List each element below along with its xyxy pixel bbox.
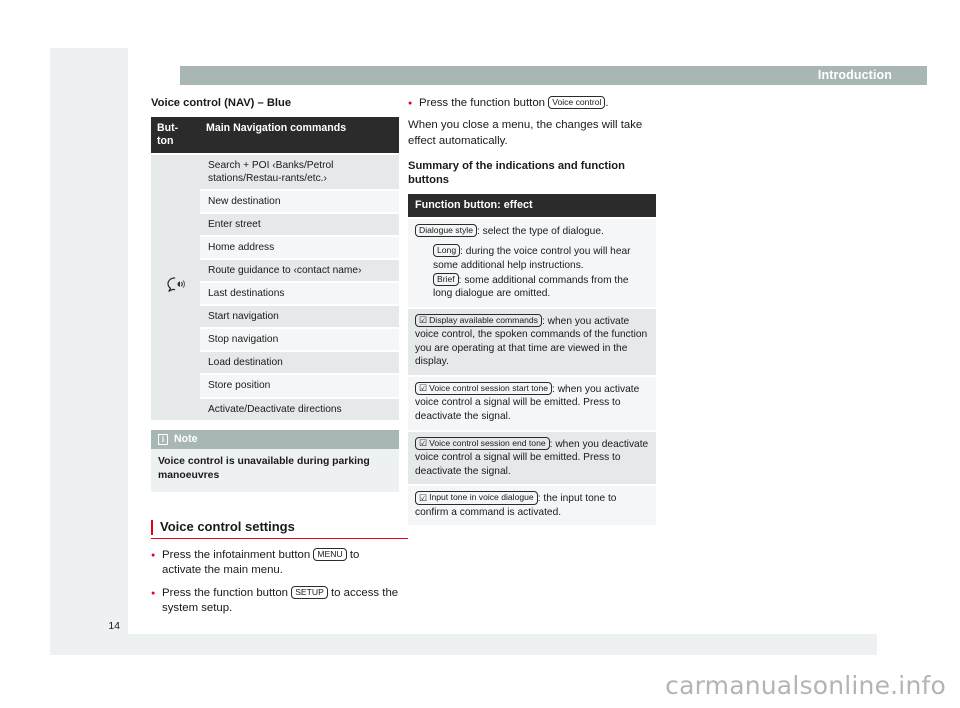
column-header-button: But-ton: [151, 117, 200, 154]
function-row-cell: Display available commands: when you act…: [408, 306, 656, 376]
watermark: carmanualsonline.info: [665, 671, 946, 700]
right-column: Press the function button Voice control.…: [408, 96, 656, 526]
key-long[interactable]: Long: [433, 244, 461, 258]
note-box: i Note Voice control is unavailable durin…: [151, 429, 399, 493]
table-header-row: But-ton Main Navigation commands: [151, 117, 399, 154]
left-column: Voice control (NAV) – Blue But-ton Main …: [151, 96, 408, 623]
function-sub-item: Brief: some additional commands from the…: [433, 272, 629, 300]
function-button-table: Function button: effect Dialogue style: …: [408, 193, 656, 526]
function-row-cell: Input tone in voice dialogue: the input …: [408, 484, 656, 526]
function-table-row: Dialogue style: select the type of dialo…: [408, 216, 656, 308]
table-row: Search + POI ‹Banks/Petrol stations/Rest…: [151, 152, 399, 420]
command-cell: Last destinations: [200, 281, 399, 306]
key-menu[interactable]: MENU: [313, 548, 347, 562]
settings-bullet: Press the function button SETUP to acces…: [151, 585, 399, 617]
command-cell: Stop navigation: [200, 327, 399, 352]
key-dialogue-style[interactable]: Dialogue style: [415, 223, 477, 237]
function-row-cell: Dialogue style: select the type of dialo…: [408, 216, 656, 308]
settings-bullet-list: Press the infotainment button MENU to ac…: [151, 548, 399, 616]
function-row-main: Input tone in voice dialogue: the input …: [415, 491, 649, 519]
voice-control-settings-heading: Voice control settings: [151, 519, 408, 540]
function-row-cell: Voice control session start tone: when y…: [408, 374, 656, 431]
voice-control-icon-cell: [151, 153, 200, 420]
settings-bullet: Press the infotainment button MENU to ac…: [151, 548, 399, 579]
command-cell: Search + POI ‹Banks/Petrol stations/Rest…: [200, 152, 399, 191]
voice-control-bullet: Press the function button Voice control.: [408, 96, 656, 112]
note-header: i Note: [151, 429, 399, 449]
function-table-row: Voice control session start tone: when y…: [408, 374, 656, 431]
function-row-main: Display available commands: when you act…: [415, 313, 649, 369]
left-section-title: Voice control (NAV) – Blue: [151, 97, 292, 109]
command-cell: Load destination: [200, 350, 399, 375]
function-table-header: Function button: effect: [408, 193, 656, 218]
function-row-main: Dialogue style: select the type of dialo…: [415, 223, 649, 239]
function-table-header-row: Function button: effect: [408, 193, 656, 218]
key-voice-control-session-start-tone[interactable]: Voice control session start tone: [415, 381, 553, 396]
command-cell: Store position: [200, 373, 399, 398]
note-label: Note: [174, 432, 198, 445]
command-cell: Home address: [200, 235, 399, 260]
page-frame: Introduction 14 Voice control (NAV) – Bl…: [50, 48, 927, 655]
key-brief[interactable]: Brief: [433, 272, 459, 286]
key-voice-control[interactable]: Voice control: [548, 96, 606, 109]
navigation-commands-table: But-ton Main Navigation commands Search …: [151, 117, 399, 420]
column-header-commands: Main Navigation commands: [200, 117, 399, 154]
function-table-row: Display available commands: when you act…: [408, 306, 656, 376]
command-cell: Route guidance to ‹contact name›: [200, 258, 399, 283]
command-cell: Start navigation: [200, 304, 399, 329]
key-voice-control-session-end-tone[interactable]: Voice control session end tone: [415, 436, 550, 451]
command-cell: Enter street: [200, 212, 399, 237]
settings-heading-text: Voice control settings: [160, 519, 295, 535]
function-row-main: Voice control session start tone: when y…: [415, 381, 649, 424]
summary-section-title: Summary of the indications and function …: [408, 159, 625, 186]
page-title: Introduction: [817, 68, 892, 82]
menu-close-paragraph: When you close a menu, the changes will …: [408, 119, 643, 147]
function-sub-item: Long: during the voice control you will …: [433, 244, 631, 271]
key-setup[interactable]: SETUP: [291, 585, 328, 599]
function-table-row: Input tone in voice dialogue: the input …: [408, 484, 656, 526]
function-table-row: Voice control session end tone: when you…: [408, 429, 656, 486]
page-number: 14: [108, 620, 120, 632]
key-input-tone-in-voice-dialogue[interactable]: Input tone in voice dialogue: [415, 491, 538, 505]
voice-control-icon: [165, 275, 187, 295]
function-row-sublist: Long: during the voice control you will …: [415, 244, 649, 300]
running-head-band: Introduction: [180, 66, 927, 85]
info-icon: i: [158, 433, 168, 445]
command-cell: Activate/Deactivate directions: [200, 396, 399, 420]
command-cell: New destination: [200, 189, 399, 214]
function-row-cell: Voice control session end tone: when you…: [408, 429, 656, 486]
key-display-available-commands[interactable]: Display available commands: [415, 313, 542, 328]
note-text: Voice control is unavailable during park…: [151, 448, 399, 493]
function-row-main: Voice control session end tone: when you…: [415, 436, 649, 479]
